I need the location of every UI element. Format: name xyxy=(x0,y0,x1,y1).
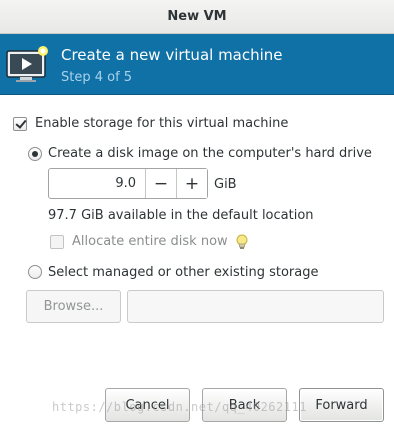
managed-storage-label[interactable]: Select managed or other existing storage xyxy=(48,265,318,280)
increment-button[interactable]: + xyxy=(176,169,207,198)
allocate-disk-label[interactable]: Allocate entire disk now xyxy=(72,234,228,249)
create-disk-label[interactable]: Create a disk image on the computer's ha… xyxy=(48,146,372,161)
wizard-step: Step 4 of 5 xyxy=(61,70,133,85)
create-disk-radio[interactable] xyxy=(28,147,42,161)
minus-icon: − xyxy=(153,173,169,194)
allocate-disk-checkbox[interactable] xyxy=(50,235,64,249)
enable-storage-label[interactable]: Enable storage for this virtual machine xyxy=(35,116,288,131)
disk-size-spinner[interactable]: − + xyxy=(48,168,208,199)
window-title: New VM xyxy=(167,9,227,24)
watermark-text: https://blog.csdn.net/qq_40262111 xyxy=(52,400,307,414)
size-unit-label: GiB xyxy=(214,177,237,192)
forward-button-label: Forward xyxy=(315,397,368,413)
plus-icon: + xyxy=(184,173,200,194)
monitor-play-icon xyxy=(6,46,48,82)
available-space-text: 97.7 GiB available in the default locati… xyxy=(48,208,314,223)
enable-storage-checkbox[interactable] xyxy=(13,117,27,131)
disk-size-input[interactable] xyxy=(49,169,145,198)
forward-button[interactable]: Forward xyxy=(299,388,384,422)
decrement-button[interactable]: − xyxy=(145,169,176,198)
lightbulb-icon xyxy=(236,234,248,249)
storage-path-input[interactable] xyxy=(127,290,384,323)
wizard-header: Create a new virtual machine Step 4 of 5 xyxy=(0,34,394,95)
wizard-title: Create a new virtual machine xyxy=(61,46,283,64)
browse-button[interactable]: Browse... xyxy=(26,290,121,323)
window-titlebar: New VM xyxy=(0,0,394,34)
managed-storage-radio[interactable] xyxy=(28,265,42,279)
browse-button-label: Browse... xyxy=(43,299,104,314)
